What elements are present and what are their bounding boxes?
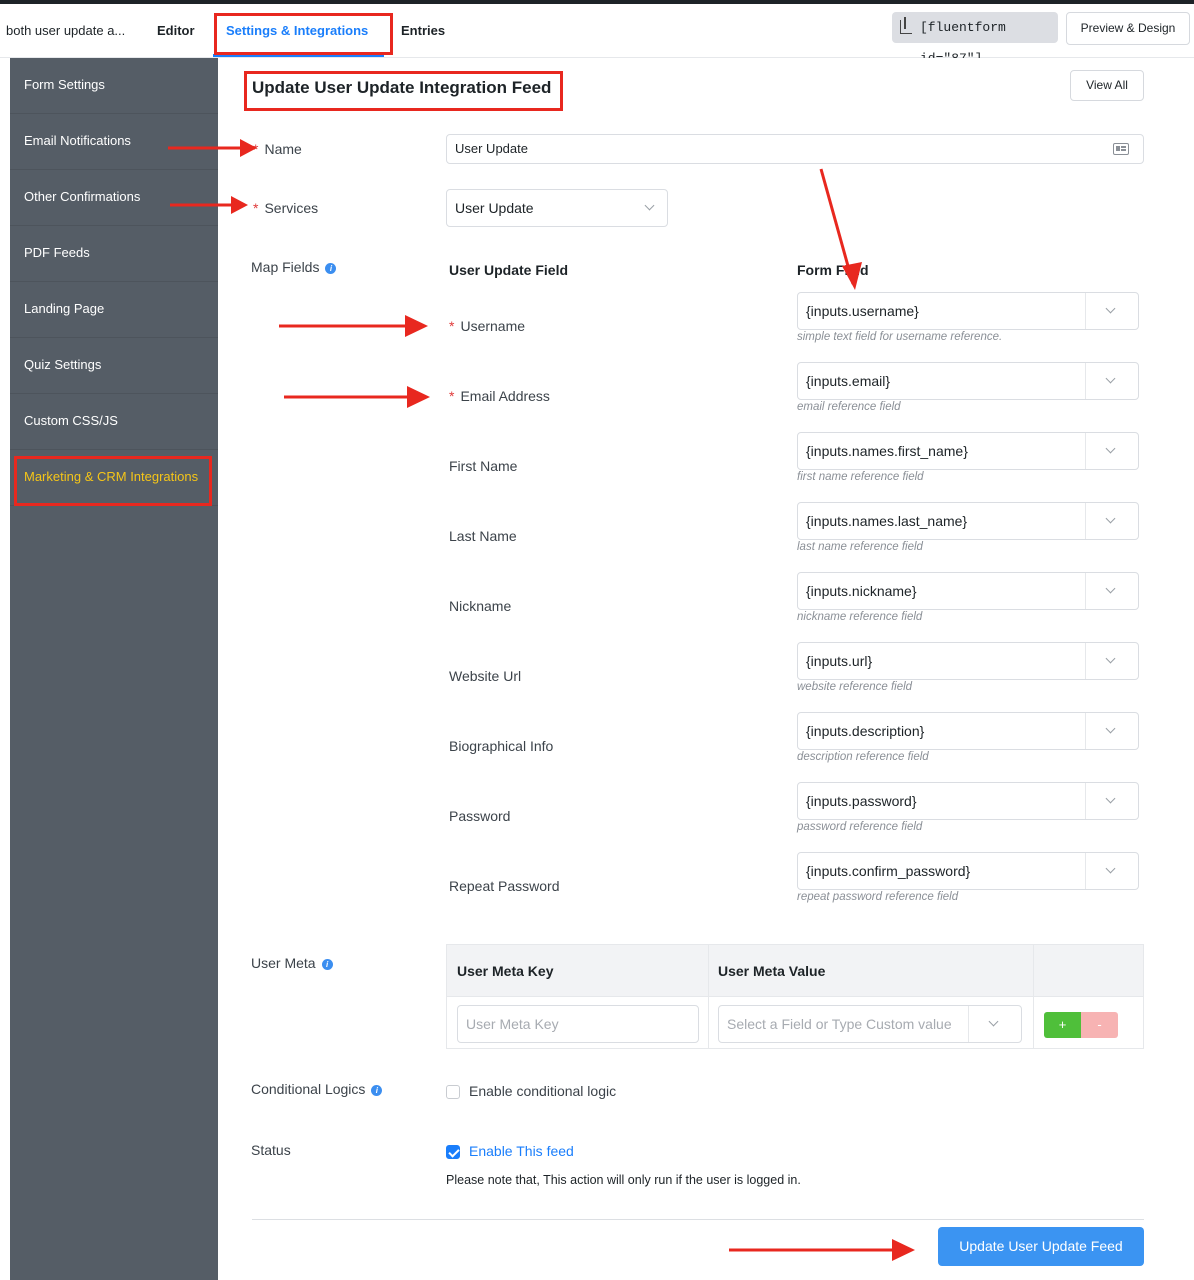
arrow-head-username <box>405 315 428 337</box>
arrow-head-submit <box>892 1239 915 1261</box>
annotation-arrows <box>168 139 915 1261</box>
arrow-head-form-field <box>842 262 862 290</box>
arrow-head-email <box>407 386 430 408</box>
arrow-head-services <box>231 196 248 214</box>
arrow-head-name <box>240 139 257 157</box>
